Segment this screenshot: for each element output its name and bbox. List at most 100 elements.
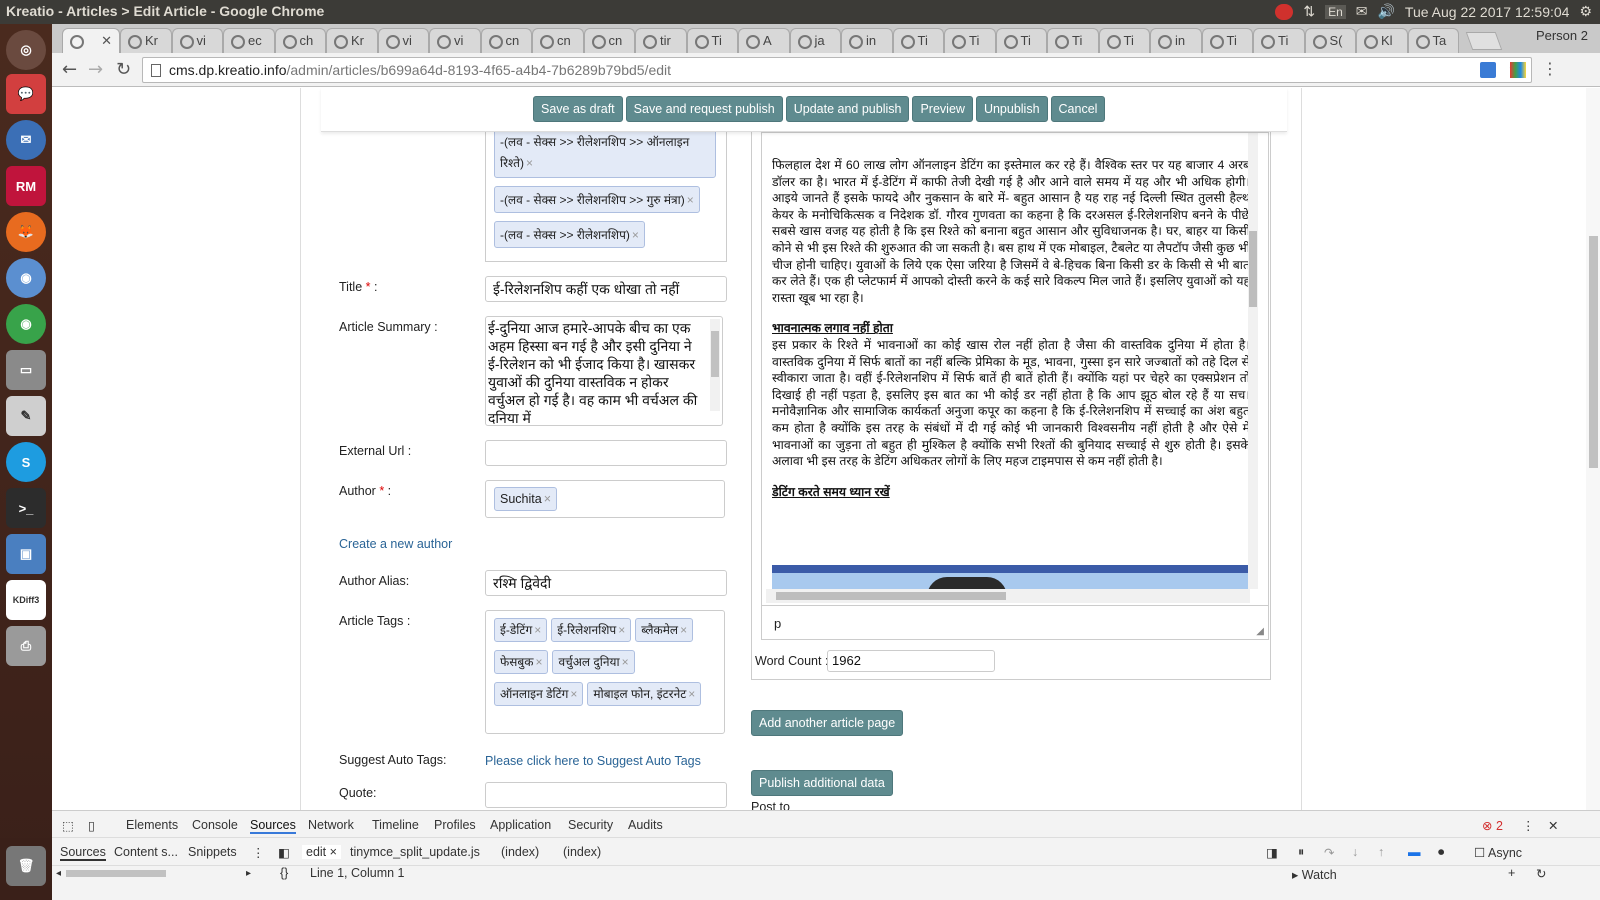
editor-vertical-scrollbar[interactable] (1248, 133, 1258, 589)
scrollbar-thumb[interactable] (1589, 236, 1598, 468)
browser-tab[interactable]: vi (377, 28, 429, 53)
pause-icon[interactable]: ⏸ (1298, 845, 1304, 860)
devtools-tab-console[interactable]: Console (192, 818, 238, 832)
messaging-icon[interactable] (1275, 3, 1294, 20)
remove-chip-icon[interactable]: × (535, 655, 542, 669)
sections-select-box[interactable]: -(लव - सेक्स >> रीलेशनशिप >> ऑनलाइन रिश्… (485, 116, 727, 262)
remove-chip-icon[interactable]: × (680, 623, 687, 637)
address-bar[interactable]: cms.dp.kreatio.info/admin/articles/b699a… (142, 57, 1532, 83)
editor-horizontal-scrollbar[interactable] (766, 589, 1250, 603)
chat-icon[interactable]: 💬 (6, 74, 46, 114)
watch-section[interactable]: ▸ Watch (1292, 867, 1337, 882)
browser-tab[interactable]: ja (789, 28, 841, 53)
publish-additional-data-button[interactable]: Publish additional data (751, 770, 893, 796)
pause-on-exceptions-icon[interactable]: ⏺ (1438, 845, 1444, 860)
new-tab-button[interactable] (1465, 32, 1503, 50)
quote-input[interactable] (485, 782, 727, 808)
navigator-tab-sources[interactable]: Sources (60, 845, 106, 861)
editor-content[interactable]: फिलहाल देश में 60 लाख लोग ऑनलाइन डेटिंग … (772, 157, 1250, 597)
browser-tab[interactable]: in (1150, 28, 1202, 53)
terminal-icon[interactable]: >_ (6, 488, 46, 528)
remove-chip-icon[interactable]: × (534, 623, 541, 637)
devtools-tab-audits[interactable]: Audits (628, 818, 663, 832)
author-alias-input[interactable]: रश्मि द्विवेदी (485, 570, 727, 596)
add-watch-icon[interactable]: + (1508, 866, 1515, 880)
unpublish-button[interactable]: Unpublish (975, 96, 1048, 122)
forward-arrow-icon[interactable]: → (88, 59, 103, 80)
file-tab-index[interactable]: (index) (501, 845, 539, 859)
devtools-tab-elements[interactable]: Elements (126, 818, 178, 832)
firefox-icon[interactable]: 🦊 (6, 212, 46, 252)
file-tab-index-2[interactable]: (index) (563, 845, 601, 859)
rich-text-editor[interactable]: फिलहाल देश में 60 लाख लोग ऑनलाइन डेटिंग … (761, 132, 1269, 640)
extension-icon[interactable] (1480, 62, 1496, 78)
external-url-input[interactable] (485, 440, 727, 466)
browser-tab[interactable]: ch (274, 28, 326, 53)
error-count-badge[interactable]: ⊗ 2 (1482, 818, 1503, 833)
mail-icon[interactable]: ✉ (1356, 3, 1368, 20)
remove-chip-icon[interactable]: × (688, 687, 695, 701)
browser-tab[interactable]: Ti (1253, 28, 1305, 53)
browser-tab[interactable]: tir (635, 28, 687, 53)
browser-tab[interactable]: S( (1304, 28, 1356, 53)
volume-icon[interactable]: 🔊 (1377, 3, 1394, 20)
devtools-tab-sources[interactable]: Sources (250, 818, 296, 834)
navigator-tab-snippets[interactable]: Snippets (188, 845, 237, 859)
browser-tab[interactable]: Kl (1356, 28, 1408, 53)
browser-tab[interactable]: Kr (326, 28, 378, 53)
rubymine-icon[interactable]: RM (6, 166, 46, 206)
file-tab-tinymce[interactable]: tinymce_split_update.js (350, 845, 480, 859)
remove-chip-icon[interactable]: × (526, 156, 533, 170)
navigator-tab-content-scripts[interactable]: Content s... (114, 845, 178, 859)
chrome-menu-icon[interactable]: ⋮ (1542, 59, 1558, 78)
browser-tab[interactable]: Ti (1047, 28, 1099, 53)
devtools-tab-timeline[interactable]: Timeline (372, 818, 419, 832)
close-devtools-icon[interactable]: ✕ (1548, 818, 1558, 833)
remove-chip-icon[interactable]: × (687, 193, 694, 207)
save-as-draft-button[interactable]: Save as draft (533, 96, 623, 122)
chromium-icon[interactable]: ◉ (6, 258, 46, 298)
device-toolbar-icon[interactable]: ▯ (88, 818, 95, 833)
devtools-tab-network[interactable]: Network (308, 818, 354, 832)
cancel-button[interactable]: Cancel (1050, 96, 1106, 122)
summary-scrollbar[interactable] (710, 319, 720, 411)
chrome-icon[interactable]: ◉ (6, 304, 46, 344)
close-tab-icon[interactable]: ✕ (101, 33, 112, 49)
step-out-icon[interactable]: ↑ (1378, 845, 1384, 859)
browser-tab[interactable]: vi (429, 28, 481, 53)
settings-gear-icon[interactable]: ⚙ (1579, 3, 1592, 20)
preview-button[interactable]: Preview (912, 96, 973, 122)
devtools-tab-application[interactable]: Application (490, 818, 551, 832)
pretty-print-icon[interactable]: {} (280, 866, 288, 880)
suggest-auto-tags-link[interactable]: Please click here to Suggest Auto Tags (485, 754, 701, 768)
network-icon[interactable]: ⇅ (1303, 3, 1315, 20)
reload-icon[interactable]: ↻ (116, 59, 131, 80)
toggle-debugger-icon[interactable]: ◨ (1266, 845, 1278, 860)
files-icon[interactable]: ▭ (6, 350, 46, 390)
browser-tab[interactable]: Ti (944, 28, 996, 53)
file-tab-edit[interactable]: edit × (302, 845, 341, 859)
text-editor-icon[interactable]: ✎ (6, 396, 46, 436)
devtools-menu-icon[interactable]: ⋮ (1522, 818, 1535, 833)
browser-tab[interactable]: Ti (892, 28, 944, 53)
devtools-tab-profiles[interactable]: Profiles (434, 818, 476, 832)
navigator-menu-icon[interactable]: ⋮ (252, 845, 265, 860)
browser-tab[interactable]: vi (171, 28, 223, 53)
browser-tab[interactable]: cn (583, 28, 635, 53)
thunderbird-icon[interactable]: ✉ (6, 120, 46, 160)
kdiff3-icon[interactable]: KDiff3 (6, 580, 46, 620)
keyboard-language-indicator[interactable]: En (1325, 4, 1346, 19)
printer-icon[interactable]: ⎙ (6, 626, 46, 666)
step-over-icon[interactable]: ↷ (1324, 845, 1334, 860)
remove-chip-icon[interactable]: × (618, 623, 625, 637)
browser-tab[interactable]: A (738, 28, 790, 53)
refresh-watch-icon[interactable]: ↻ (1536, 866, 1546, 881)
browser-tab[interactable]: cn (532, 28, 584, 53)
article-tags-select[interactable]: ई-डेटिंग × ई-रिलेशनशिप × ब्लैकमेल ×फेसबुक × वर्… (485, 610, 725, 734)
browser-tab[interactable]: in (841, 28, 893, 53)
title-input[interactable]: ई-रिलेशनशिप कहीं एक धोखा तो नहीं (485, 276, 727, 302)
scroll-left-icon[interactable]: ◂ (56, 868, 61, 879)
back-arrow-icon[interactable]: ← (62, 59, 77, 80)
inspect-element-icon[interactable]: ⬚ (62, 818, 74, 833)
profile-button[interactable]: Person 2 (1528, 26, 1596, 45)
